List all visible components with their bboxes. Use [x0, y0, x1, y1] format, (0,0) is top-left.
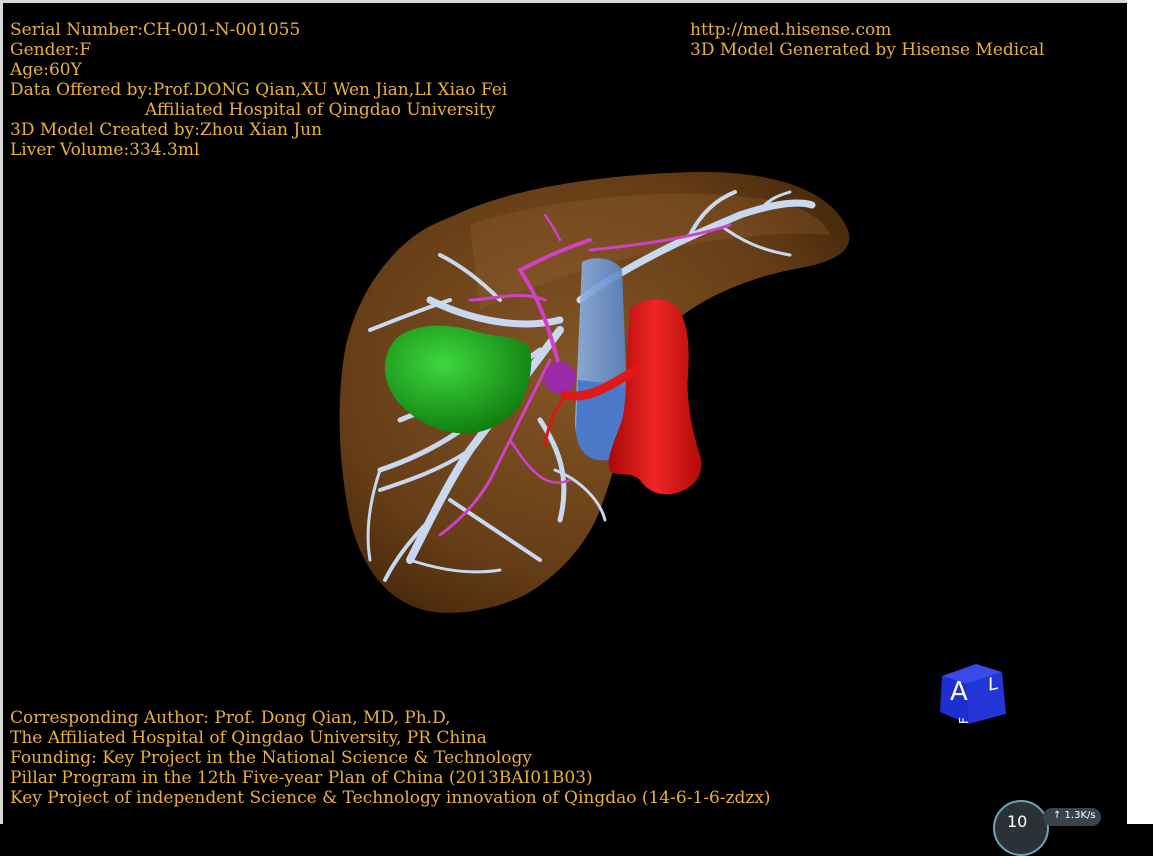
corresponding-author: Corresponding Author: Prof. Dong Qian, M…	[10, 708, 451, 728]
cube-label-top: F	[957, 717, 971, 724]
network-monitor-widget[interactable]: 10 ↑ 1.3K/s	[993, 800, 1105, 856]
model-created-by: 3D Model Created by:Zhou Xian Jun	[10, 120, 323, 140]
network-gauge-value: 10	[1007, 812, 1028, 831]
cube-label-side: L	[988, 673, 999, 696]
brand-generated: 3D Model Generated by Hisense Medical	[690, 40, 1045, 60]
pillar-program: Pillar Program in the 12th Five-year Pla…	[10, 768, 593, 788]
portal-confluence	[544, 362, 576, 394]
window-edge	[1127, 0, 1153, 824]
cube-label-front: A	[950, 677, 968, 707]
age: Age:60Y	[10, 60, 82, 80]
data-offered-by: Data Offered by:Prof.DONG Qian,XU Wen Ji…	[10, 80, 508, 100]
network-speed-text: ↑ 1.3K/s	[1053, 810, 1096, 821]
key-project: Key Project of independent Science & Tec…	[10, 788, 771, 808]
patient-info: Serial Number:CH-001-N-001055 Gender:F A…	[10, 20, 507, 160]
credits-info: Corresponding Author: Prof. Dong Qian, M…	[10, 708, 771, 808]
affiliated-hospital: The Affiliated Hospital of Qingdao Unive…	[10, 728, 487, 748]
brand-url: http://med.hisense.com	[690, 20, 892, 40]
brand-info: http://med.hisense.com 3D Model Generate…	[690, 20, 1044, 60]
founding: Founding: Key Project in the National Sc…	[10, 748, 532, 768]
data-offered-hospital: Affiliated Hospital of Qingdao Universit…	[145, 100, 496, 120]
orientation-cube[interactable]: A L F	[936, 656, 1008, 728]
liver-volume: Liver Volume:334.3ml	[10, 140, 200, 160]
serial-number: Serial Number:CH-001-N-001055	[10, 20, 301, 40]
gender: Gender:F	[10, 40, 92, 60]
